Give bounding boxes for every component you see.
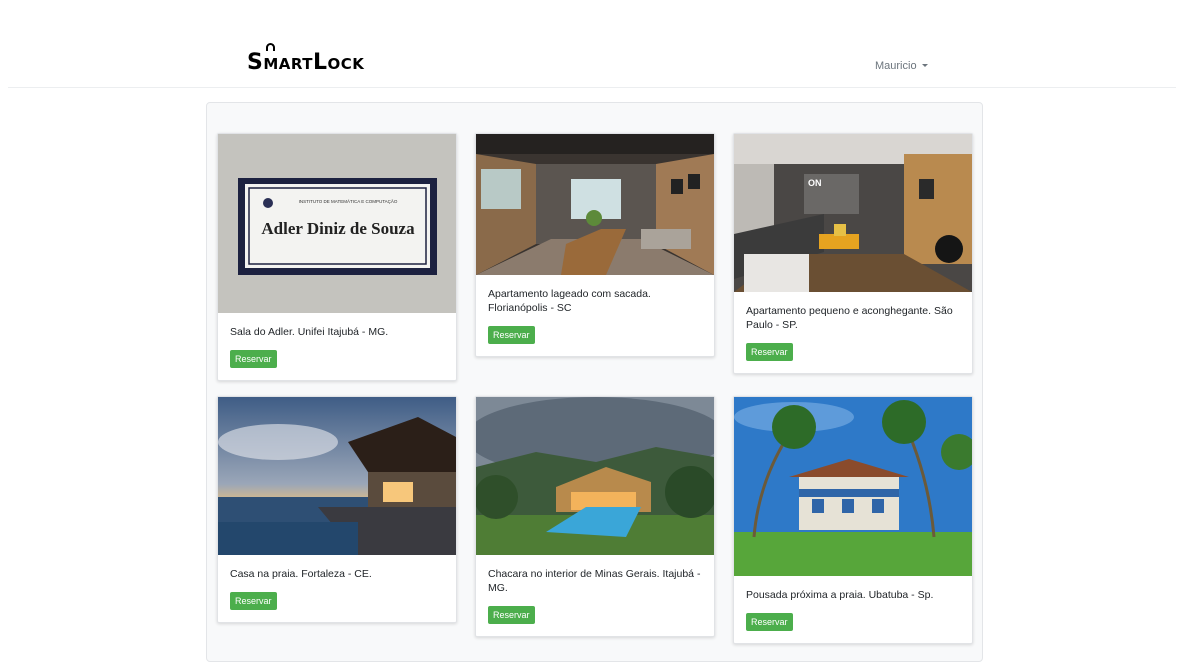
reserve-button-5[interactable]: Reservar — [488, 606, 535, 624]
navbar — [8, 0, 1176, 88]
reserve-button-4[interactable]: Reservar — [230, 592, 277, 610]
listing-description-3: Apartamento pequeno e aconghegante. São … — [746, 305, 953, 331]
listing-description-2: Apartamento lageado com sacada. Florianó… — [488, 288, 651, 314]
listing-description-4: Casa na praia. Fortaleza - CE. — [230, 568, 372, 580]
listing-description-1: Sala do Adler. Unifei Itajubá - MG. — [230, 326, 389, 338]
listing-image-3[interactable]: ON — [734, 134, 972, 292]
listing-description-5: Chacara no interior de Minas Gerais. Ita… — [488, 568, 701, 594]
listing-card-4: Casa na praia. Fortaleza - CE. Reservar — [217, 396, 457, 623]
listing-image-5[interactable] — [476, 397, 714, 555]
listing-description-6: Pousada próxima a praia. Ubatuba - Sp. — [746, 589, 934, 601]
listing-card-2: Apartamento lageado com sacada. Florianó… — [475, 133, 715, 357]
listing-image-4[interactable] — [218, 397, 456, 555]
listing-image-6[interactable] — [734, 397, 972, 576]
reserve-button-2[interactable]: Reservar — [488, 326, 535, 344]
wall-sign-text: ON — [808, 178, 822, 188]
listing-card-1: INSTITUTO DE MATEMÁTICA E COMPUTAÇÃO Adl… — [217, 133, 457, 381]
listings-container: INSTITUTO DE MATEMÁTICA E COMPUTAÇÃO Adl… — [206, 102, 983, 662]
reserve-button-6[interactable]: Reservar — [746, 613, 793, 631]
user-menu-dropdown[interactable]: Mauricio — [875, 60, 928, 72]
sign-name-text: Adler Diniz de Souza — [261, 219, 415, 238]
listing-card-3: ON Apartamento pequeno e aconghegante. S… — [733, 133, 973, 374]
reserve-button-3[interactable]: Reservar — [746, 343, 793, 361]
listing-card-6: Pousada próxima a praia. Ubatuba - Sp. R… — [733, 396, 973, 644]
reserve-button-1[interactable]: Reservar — [230, 350, 277, 368]
listing-image-2[interactable] — [476, 134, 714, 275]
listing-card-5: Chacara no interior de Minas Gerais. Ita… — [475, 396, 715, 637]
caret-down-icon — [921, 64, 928, 67]
sign-header-text: INSTITUTO DE MATEMÁTICA E COMPUTAÇÃO — [299, 198, 398, 204]
user-name: Mauricio — [875, 60, 917, 72]
brand-logo[interactable]: SmartLock — [247, 52, 364, 74]
listing-image-1[interactable]: INSTITUTO DE MATEMÁTICA E COMPUTAÇÃO Adl… — [218, 134, 456, 313]
